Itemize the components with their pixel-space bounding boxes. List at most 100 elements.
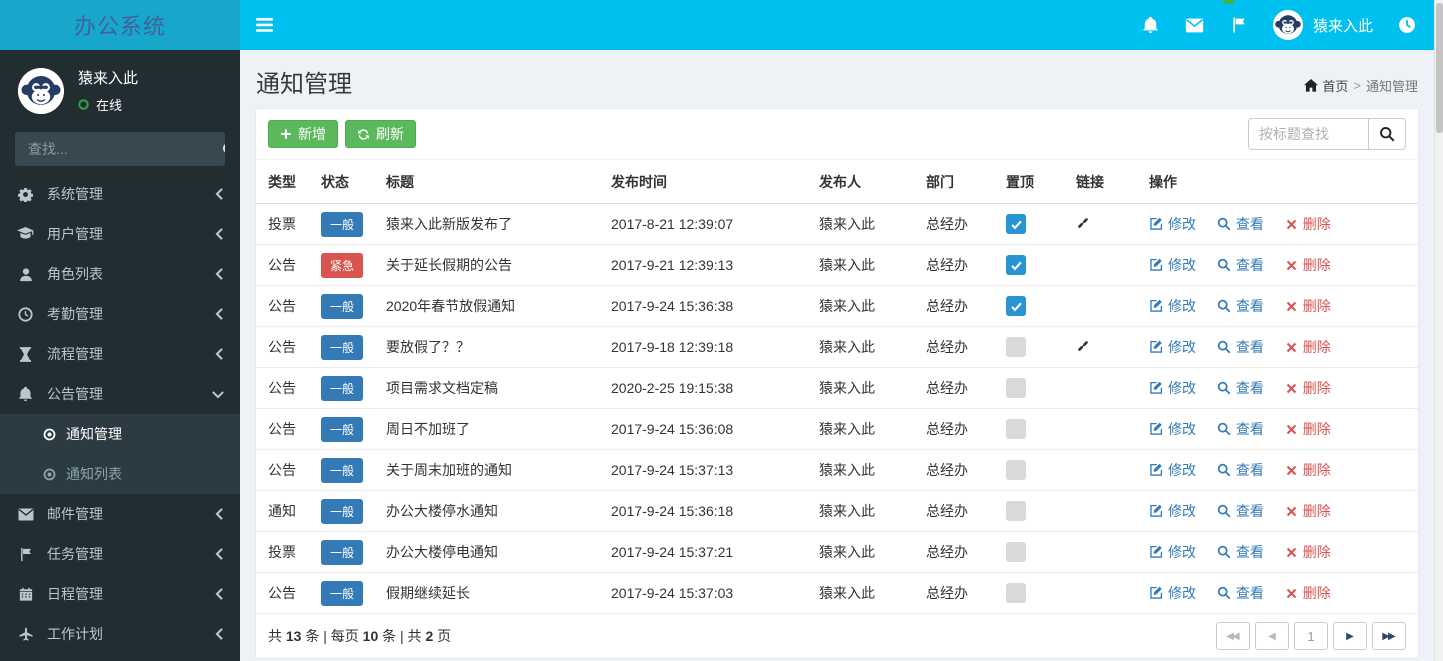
pinned-checkbox[interactable]	[1006, 296, 1026, 316]
history-button[interactable]	[1385, 0, 1429, 50]
table-row: 公告 一般 周日不加班了 2017-9-24 15:36:08 猿来入此 总经办…	[256, 408, 1418, 450]
title-search-input[interactable]	[1248, 118, 1368, 150]
view-button[interactable]: 查看	[1217, 255, 1264, 275]
pagination: ◀◀ ◀ 1 ▶ ▶▶	[1216, 622, 1406, 650]
delete-button[interactable]: 删除	[1285, 501, 1331, 521]
title-search-button[interactable]	[1368, 118, 1406, 150]
pinned-checkbox[interactable]	[1006, 542, 1026, 562]
delete-button[interactable]: 删除	[1285, 583, 1331, 603]
notice-time: 2020-2-25 19:15:38	[611, 367, 819, 409]
link-icon	[1076, 216, 1090, 230]
user-icon	[19, 267, 32, 281]
clock-icon	[1399, 17, 1415, 33]
table-row: 公告 一般 假期继续延长 2017-9-24 15:37:03 猿来入此 总经办…	[256, 572, 1418, 614]
add-button[interactable]: 新增	[268, 120, 338, 148]
sidebar-item-announcements[interactable]: 公告管理	[0, 374, 240, 414]
pinned-checkbox[interactable]	[1006, 337, 1026, 357]
pinned-checkbox[interactable]	[1006, 419, 1026, 439]
sidebar-item-workflow[interactable]: 流程管理	[0, 334, 240, 374]
breadcrumb-home-link[interactable]: 首页	[1304, 76, 1348, 95]
sidebar-item-notice-list[interactable]: 通知列表	[0, 454, 240, 494]
pinned-checkbox[interactable]	[1006, 460, 1026, 480]
sidebar-item-system[interactable]: 系统管理	[0, 174, 240, 214]
view-button[interactable]: 查看	[1217, 214, 1264, 234]
view-label: 查看	[1235, 420, 1264, 437]
refresh-button[interactable]: 刷新	[345, 120, 416, 148]
delete-button[interactable]: 删除	[1285, 542, 1331, 562]
top-navbar: 办公系统 猿来入此	[0, 0, 1443, 50]
edit-button[interactable]: 修改	[1149, 460, 1196, 480]
search-icon	[1217, 299, 1231, 313]
sidebar-item-attendance[interactable]: 考勤管理	[0, 294, 240, 334]
sidebar-item-work-plan[interactable]: 工作计划	[0, 614, 240, 654]
view-button[interactable]: 查看	[1217, 501, 1264, 521]
pinned-checkbox[interactable]	[1006, 501, 1026, 521]
view-button[interactable]: 查看	[1217, 542, 1264, 562]
delete-label: 删除	[1302, 585, 1331, 602]
view-button[interactable]: 查看	[1217, 583, 1264, 603]
envelope-icon	[1186, 18, 1204, 32]
flag-icon	[1233, 17, 1245, 33]
sidebar-item-schedule[interactable]: 日程管理	[0, 574, 240, 614]
delete-button[interactable]: 删除	[1285, 419, 1331, 439]
search-icon	[1217, 463, 1231, 477]
last-page-button[interactable]: ▶▶	[1372, 622, 1406, 650]
view-button[interactable]: 查看	[1217, 337, 1264, 357]
view-button[interactable]: 查看	[1217, 419, 1264, 439]
sidebar-item-users[interactable]: 用户管理	[0, 214, 240, 254]
notice-dept: 总经办	[926, 326, 1006, 368]
pinned-checkbox[interactable]	[1006, 214, 1026, 234]
sidebar-search-input[interactable]	[15, 132, 222, 166]
sidebar-toggle-button[interactable]	[240, 0, 288, 50]
edit-button[interactable]: 修改	[1149, 501, 1196, 521]
sidebar-item-notice-management[interactable]: 通知管理	[0, 414, 240, 454]
pinned-checkbox[interactable]	[1006, 583, 1026, 603]
sidebar-item-mail[interactable]: 邮件管理	[0, 494, 240, 534]
notice-publisher: 猿来入此	[819, 490, 926, 532]
delete-label: 删除	[1302, 216, 1331, 233]
pinned-checkbox[interactable]	[1006, 255, 1026, 275]
edit-button[interactable]: 修改	[1149, 214, 1196, 234]
delete-label: 删除	[1302, 421, 1331, 438]
tasks-button[interactable]	[1217, 0, 1261, 50]
view-button[interactable]: 查看	[1217, 378, 1264, 398]
first-page-button[interactable]: ◀◀	[1216, 622, 1250, 650]
edit-button[interactable]: 修改	[1149, 337, 1196, 357]
edit-label: 修改	[1168, 543, 1196, 560]
sidebar-item-roles[interactable]: 角色列表	[0, 254, 240, 294]
edit-button[interactable]: 修改	[1149, 296, 1196, 316]
first-page-icon: ◀◀	[1226, 630, 1239, 642]
delete-button[interactable]: 删除	[1285, 255, 1331, 275]
link-icon	[1076, 339, 1090, 353]
scrollbar-thumb[interactable]	[1436, 3, 1443, 133]
next-page-button[interactable]: ▶	[1333, 622, 1367, 650]
x-icon	[1286, 342, 1296, 352]
edit-icon	[1150, 258, 1163, 271]
sidebar-user-status: 在线	[78, 95, 138, 114]
user-menu[interactable]: 猿来入此	[1261, 0, 1385, 50]
prev-page-button[interactable]: ◀	[1255, 622, 1289, 650]
notice-dept: 总经办	[926, 367, 1006, 409]
notifications-button[interactable]	[1129, 0, 1173, 50]
flag-icon	[20, 547, 31, 561]
pinned-checkbox[interactable]	[1006, 378, 1026, 398]
edit-button[interactable]: 修改	[1149, 542, 1196, 562]
edit-button[interactable]: 修改	[1149, 583, 1196, 603]
delete-button[interactable]: 删除	[1285, 337, 1331, 357]
view-button[interactable]: 查看	[1217, 296, 1264, 316]
app-logo[interactable]: 办公系统	[0, 0, 240, 50]
view-button[interactable]: 查看	[1217, 460, 1264, 480]
edit-button[interactable]: 修改	[1149, 378, 1196, 398]
edit-button[interactable]: 修改	[1149, 419, 1196, 439]
delete-button[interactable]: 删除	[1285, 296, 1331, 316]
messages-button[interactable]	[1173, 0, 1217, 50]
delete-button[interactable]: 删除	[1285, 460, 1331, 480]
sidebar-search-button[interactable]	[222, 132, 225, 166]
delete-button[interactable]: 删除	[1285, 378, 1331, 398]
delete-button[interactable]: 删除	[1285, 214, 1331, 234]
col-header-title: 标题	[386, 160, 611, 204]
edit-button[interactable]: 修改	[1149, 255, 1196, 275]
sidebar-item-tasks[interactable]: 任务管理	[0, 534, 240, 574]
vertical-scrollbar[interactable]	[1434, 0, 1443, 661]
clock-icon	[18, 306, 33, 322]
